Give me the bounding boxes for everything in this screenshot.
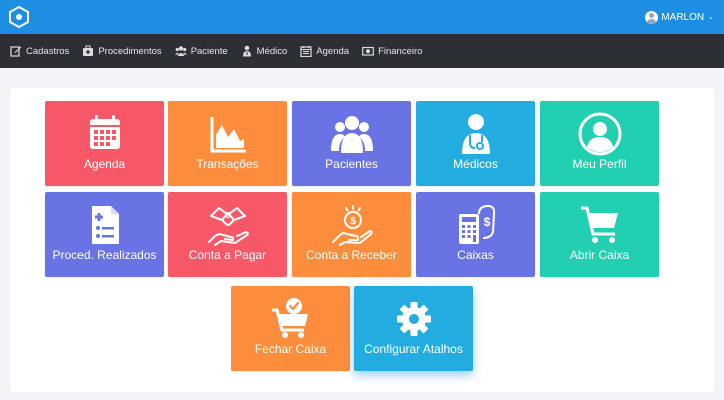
pay-hand-icon: $ — [207, 207, 249, 246]
tile-label: Conta a Receber — [306, 248, 397, 262]
tile-label: Agenda — [83, 157, 126, 171]
tile-agenda[interactable]: Agenda — [45, 101, 164, 186]
money-icon — [362, 46, 374, 56]
area-chart-icon — [210, 117, 246, 153]
tile-pacientes[interactable]: Pacientes — [292, 101, 411, 186]
svg-text:$: $ — [350, 216, 356, 227]
tile-label: Fechar Caixa — [254, 342, 327, 356]
nav-item-procedimentos[interactable]: Procedimentos — [82, 34, 162, 68]
tile-fechar-caixa[interactable]: Fechar Caixa — [231, 286, 350, 371]
user-circle-icon — [578, 112, 621, 156]
svg-text:$: $ — [225, 211, 230, 220]
top-bar: MARLON ⌄ — [0, 0, 724, 34]
tile-configurar-atalhos[interactable]: Configurar Atalhos — [354, 286, 473, 371]
medical-kit-icon — [83, 45, 94, 56]
tile-meu-perfil[interactable]: Meu Perfil — [540, 101, 659, 186]
calculator-money-icon: $ — [458, 204, 495, 244]
nav-item-label: Médico — [256, 45, 288, 57]
nav-item-label: Cadastros — [26, 45, 70, 57]
svg-text:$: $ — [483, 215, 490, 229]
calendar-icon — [300, 46, 312, 57]
nav-item-label: Procedimentos — [98, 45, 162, 57]
nav-item-label: Paciente — [190, 45, 228, 57]
receive-money-icon: $ — [331, 205, 373, 246]
cart-icon — [580, 206, 618, 243]
cart-check-icon — [271, 298, 308, 338]
avatar — [645, 10, 659, 24]
edit-icon — [10, 46, 22, 57]
nav-item-paciente[interactable]: Paciente — [174, 34, 228, 68]
app-logo-icon[interactable] — [9, 5, 29, 29]
user-menu[interactable]: MARLON ⌄ — [645, 9, 714, 25]
tile-abrir-caixa[interactable]: Abrir Caixa — [540, 192, 659, 277]
tile-conta-a-pagar[interactable]: $ Conta a Pagar — [168, 192, 287, 277]
nav-item-label: Financeiro — [378, 45, 423, 57]
nav-item-agenda[interactable]: Agenda — [300, 34, 349, 68]
tile-label: Transações — [196, 157, 259, 171]
tile-conta-a-receber[interactable]: $ Conta a Receber — [292, 192, 411, 277]
nav-item-medico[interactable]: Médico — [241, 34, 288, 68]
tile-label: Configurar Atalhos — [364, 342, 463, 356]
nav-item-label: Agenda — [316, 45, 350, 57]
tile-medicos[interactable]: Médicos — [416, 101, 535, 186]
tile-proced-realizados[interactable]: Proced. Realizados — [45, 192, 164, 277]
main-nav: Cadastros Procedimentos Paciente Médico … — [0, 34, 724, 68]
doctor-icon — [242, 45, 251, 57]
doctor-icon — [461, 114, 490, 154]
calendar-icon — [89, 115, 120, 149]
tile-transacoes[interactable]: Transações — [168, 101, 287, 186]
tile-label: Caixas — [457, 248, 494, 262]
tile-label: Meu Perfil — [572, 157, 627, 171]
users-icon — [174, 46, 187, 56]
tile-label: Pacientes — [325, 157, 378, 171]
tile-label: Abrir Caixa — [569, 248, 630, 262]
user-name: MARLON — [661, 11, 705, 23]
tile-label: Proced. Realizados — [52, 248, 157, 262]
tile-label: Conta a Pagar — [188, 248, 267, 262]
nav-item-financeiro[interactable]: Financeiro — [362, 34, 422, 68]
nav-item-cadastros[interactable]: Cadastros — [10, 34, 69, 68]
tile-caixas[interactable]: $ Caixas — [416, 192, 535, 277]
gear-icon — [396, 302, 431, 336]
chevron-down-icon: ⌄ — [708, 14, 714, 21]
users-icon — [330, 116, 373, 153]
tile-label: Médicos — [453, 157, 498, 171]
medical-document-icon — [91, 206, 119, 244]
